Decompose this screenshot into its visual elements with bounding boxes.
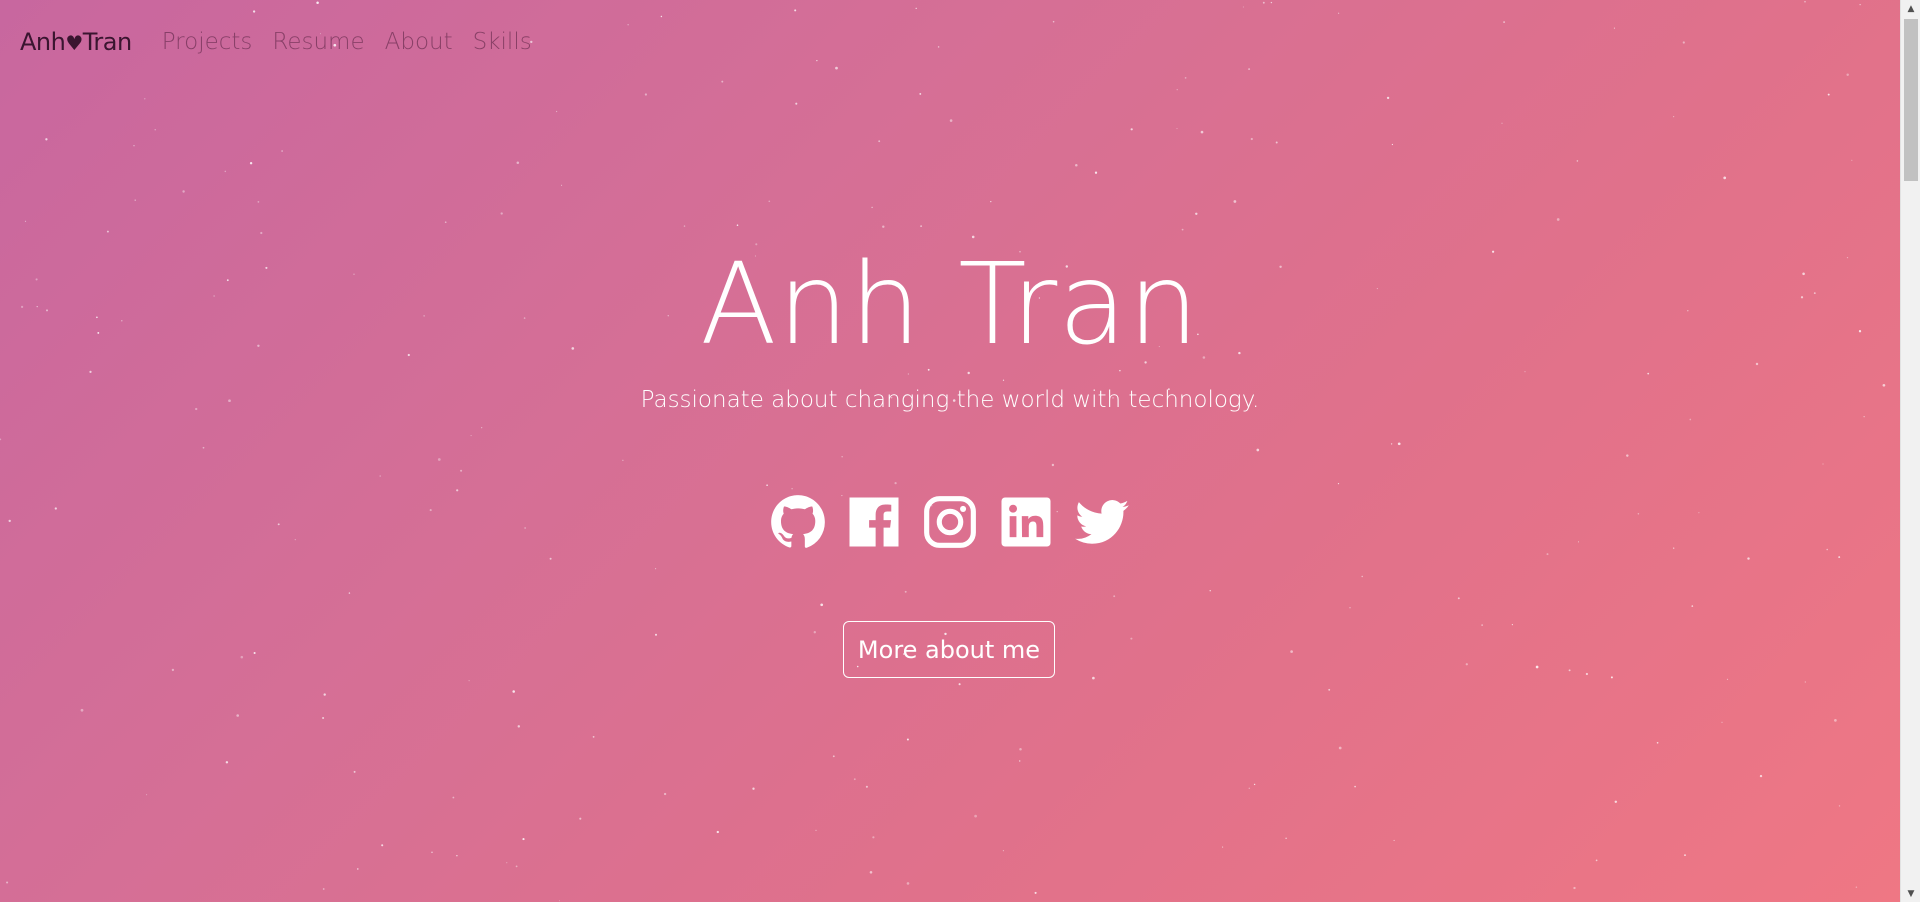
nav-link-resume[interactable]: Resume [272, 29, 364, 55]
twitter-icon[interactable] [1074, 494, 1130, 550]
more-about-me-button[interactable]: More about me [843, 621, 1055, 678]
nav-link-projects[interactable]: Projects [162, 29, 253, 55]
scroll-down-arrow-icon[interactable]: ▼ [1901, 885, 1920, 902]
social-links [0, 494, 1900, 550]
star-particles [0, 0, 1886, 902]
brand-first-name: Anh [20, 28, 66, 56]
hero-subtitle: Passionate about changing the world with… [640, 387, 1260, 413]
nav-link-skills[interactable]: Skills [473, 29, 532, 55]
page-background: Anh♥Tran Projects Resume About Skills An… [0, 0, 1900, 902]
hero-title: Anh Tran [700, 240, 1200, 370]
brand-last-name: Tran [82, 28, 132, 56]
brand-logo[interactable]: Anh♥Tran [20, 28, 132, 56]
linkedin-icon[interactable] [998, 494, 1054, 550]
navbar: Anh♥Tran Projects Resume About Skills [20, 22, 552, 62]
github-icon[interactable] [770, 494, 826, 550]
vertical-scrollbar[interactable]: ▲ ▼ [1900, 0, 1920, 902]
instagram-icon[interactable] [922, 494, 978, 550]
facebook-icon[interactable] [846, 494, 902, 550]
scrollbar-thumb[interactable] [1904, 19, 1918, 181]
heart-icon: ♥ [65, 31, 83, 55]
nav-link-about[interactable]: About [385, 29, 453, 55]
scroll-up-arrow-icon[interactable]: ▲ [1901, 0, 1920, 17]
